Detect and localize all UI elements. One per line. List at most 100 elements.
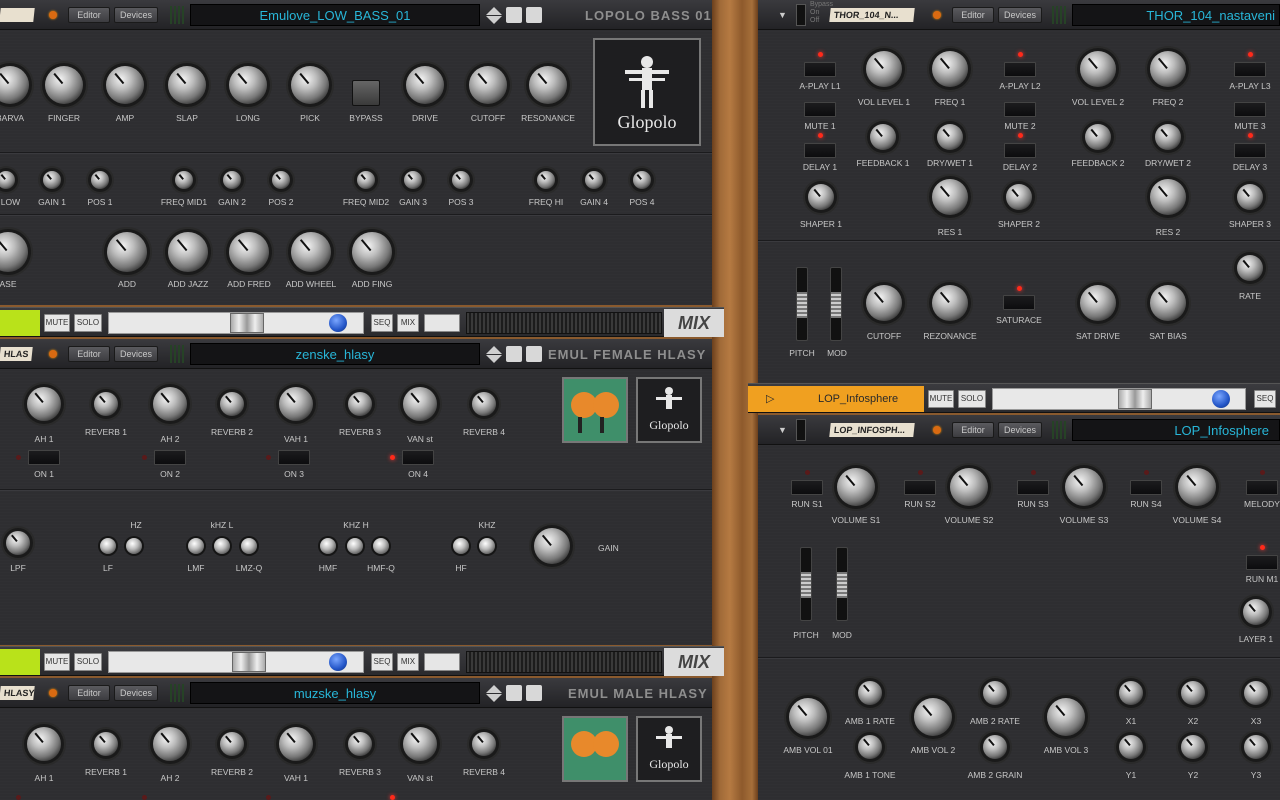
on-button[interactable] — [402, 450, 434, 465]
eq-knob[interactable] — [320, 538, 336, 554]
rotary-knob[interactable] — [983, 735, 1007, 759]
rotary-knob[interactable] — [932, 285, 968, 321]
rotary-knob[interactable] — [1244, 681, 1268, 705]
devices-button[interactable]: Devices — [998, 422, 1042, 438]
seq-button[interactable]: SEQ — [371, 653, 393, 671]
patch-name-display[interactable]: LOP_Infosphere — [1072, 419, 1280, 441]
fold-arrow-icon[interactable]: ▼ — [778, 425, 787, 435]
run-button[interactable] — [791, 480, 823, 495]
mute-toggle[interactable] — [804, 102, 836, 117]
power-icon[interactable] — [933, 426, 941, 434]
eq-knob[interactable] — [453, 538, 469, 554]
mix-button[interactable]: MIX — [397, 314, 419, 332]
run-button[interactable] — [1130, 480, 1162, 495]
rotary-knob[interactable] — [1237, 184, 1263, 210]
solo-button[interactable]: SOLO — [958, 390, 986, 408]
pitch-wheel[interactable] — [796, 267, 808, 341]
rotary-knob[interactable] — [272, 171, 290, 189]
rotary-knob[interactable] — [352, 232, 392, 272]
rotary-knob[interactable] — [789, 698, 827, 736]
power-icon[interactable] — [49, 350, 57, 358]
rotary-knob[interactable] — [357, 171, 375, 189]
mix-button[interactable]: MIX — [397, 653, 419, 671]
on-button[interactable] — [28, 450, 60, 465]
run-button[interactable] — [904, 480, 936, 495]
patch-name-display[interactable]: Emulove_LOW_BASS_01 — [190, 4, 480, 26]
rotary-knob[interactable] — [469, 66, 507, 104]
save-icon[interactable] — [526, 346, 542, 362]
rotary-knob[interactable] — [153, 387, 187, 421]
rotary-knob[interactable] — [406, 66, 444, 104]
seq-button[interactable]: SEQ — [1254, 390, 1276, 408]
rotary-knob[interactable] — [1181, 735, 1205, 759]
eq-knob[interactable] — [347, 538, 363, 554]
rotary-knob[interactable] — [837, 468, 875, 506]
run-button[interactable] — [1246, 480, 1278, 495]
rotary-knob[interactable] — [229, 66, 267, 104]
waveform-icon[interactable] — [424, 314, 460, 332]
rotary-knob[interactable] — [870, 124, 896, 150]
editor-button[interactable]: Editor — [68, 685, 110, 701]
rotary-knob[interactable] — [537, 171, 555, 189]
pitch-wheel[interactable] — [800, 547, 812, 621]
rotary-knob[interactable] — [858, 735, 882, 759]
save-icon[interactable] — [526, 685, 542, 701]
solo-button[interactable]: SOLO — [74, 314, 102, 332]
editor-button[interactable]: Editor — [68, 346, 110, 362]
rotary-knob[interactable] — [229, 232, 269, 272]
saturace-button[interactable] — [1003, 295, 1035, 310]
rotary-knob[interactable] — [223, 171, 241, 189]
rotary-knob[interactable] — [1085, 124, 1111, 150]
solo-button[interactable]: SOLO — [74, 653, 102, 671]
fader-handle[interactable] — [1118, 389, 1152, 409]
eq-knob[interactable] — [126, 538, 142, 554]
mute-button[interactable]: MUTE — [44, 314, 70, 332]
a-play-button[interactable] — [1004, 62, 1036, 77]
rotary-knob[interactable] — [220, 392, 244, 416]
rotary-knob[interactable] — [175, 171, 193, 189]
a-play-button[interactable] — [1234, 62, 1266, 77]
editor-button[interactable]: Editor — [68, 7, 110, 23]
on-button[interactable] — [278, 450, 310, 465]
rotary-knob[interactable] — [529, 66, 567, 104]
rotary-knob[interactable] — [472, 392, 496, 416]
mute-button[interactable]: MUTE — [44, 653, 70, 671]
rotary-knob[interactable] — [1150, 285, 1186, 321]
rotary-knob[interactable] — [91, 171, 109, 189]
devices-button[interactable]: Devices — [998, 7, 1042, 23]
rotary-knob[interactable] — [858, 681, 882, 705]
rotary-knob[interactable] — [348, 392, 372, 416]
power-icon[interactable] — [49, 11, 57, 19]
bypass-button[interactable] — [352, 80, 380, 106]
rotary-knob[interactable] — [937, 124, 963, 150]
eq-knob[interactable] — [188, 538, 204, 554]
mute-button[interactable]: MUTE — [928, 390, 954, 408]
rotary-knob[interactable] — [279, 727, 313, 761]
rotary-knob[interactable] — [291, 66, 329, 104]
rotary-knob[interactable] — [168, 232, 208, 272]
rotary-knob[interactable] — [633, 171, 651, 189]
rotary-knob[interactable] — [1244, 735, 1268, 759]
patch-browse-arrows-icon[interactable] — [486, 345, 502, 363]
devices-button[interactable]: Devices — [114, 685, 158, 701]
rotary-knob[interactable] — [403, 387, 437, 421]
rotary-knob[interactable] — [1243, 599, 1269, 625]
eq-knob[interactable] — [241, 538, 257, 554]
rotary-knob[interactable] — [1080, 285, 1116, 321]
rotary-knob[interactable] — [45, 66, 83, 104]
mute-toggle[interactable] — [1004, 102, 1036, 117]
mod-wheel[interactable] — [830, 267, 842, 341]
rotary-knob[interactable] — [107, 232, 147, 272]
rotary-knob[interactable] — [1080, 51, 1116, 87]
rotary-knob[interactable] — [1155, 124, 1181, 150]
play-icon[interactable]: ▷ — [766, 386, 774, 412]
patch-name-display[interactable]: muzske_hlasy — [190, 682, 480, 704]
rotary-knob[interactable] — [452, 171, 470, 189]
rotary-knob[interactable] — [291, 232, 331, 272]
on-button[interactable] — [154, 450, 186, 465]
power-icon[interactable] — [933, 11, 941, 19]
rotary-knob[interactable] — [1181, 681, 1205, 705]
rotary-knob[interactable] — [94, 732, 118, 756]
rotary-knob[interactable] — [106, 66, 144, 104]
rotary-knob[interactable] — [866, 51, 902, 87]
